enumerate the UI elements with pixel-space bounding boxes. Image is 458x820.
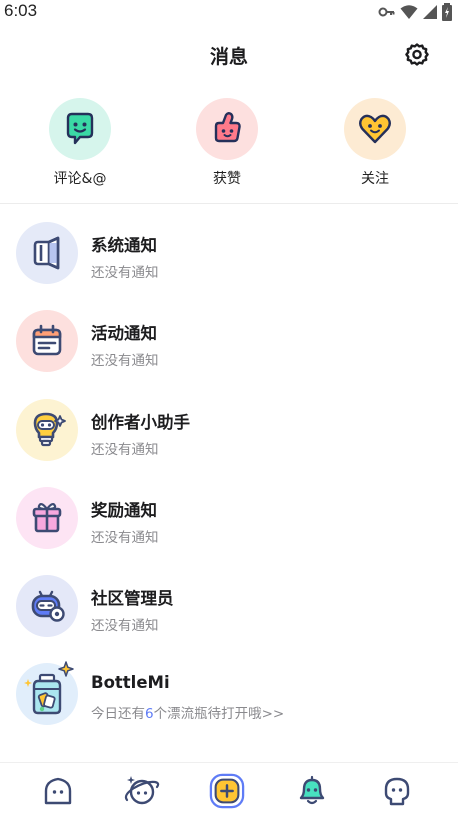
speaker-icon [16, 222, 78, 284]
message-subtitle: 还没有通知 [91, 442, 159, 458]
message-item-community-admin[interactable]: 社区管理员 还没有通知 [0, 575, 458, 641]
key-icon [378, 7, 395, 17]
message-subtitle: 还没有通知 [91, 353, 159, 369]
quick-label-likes: 获赞 [213, 171, 241, 187]
bottle-icon [16, 661, 78, 725]
message-title: BottleMi [91, 673, 170, 692]
message-item-bottlemi[interactable]: BottleMi 今日还有6个漂流瓶待打开哦>> [0, 661, 458, 729]
status-bar: 6:03 [0, 0, 458, 24]
message-title: 社区管理员 [91, 589, 174, 608]
tab-discover[interactable] [124, 773, 160, 809]
status-time: 6:03 [4, 1, 38, 20]
message-subtitle[interactable]: 今日还有6个漂流瓶待打开哦>> [91, 702, 284, 722]
page-title: 消息 [209, 46, 248, 68]
comment-face-icon [49, 98, 111, 160]
message-item-rewards[interactable]: 奖励通知 还没有通知 [0, 487, 458, 553]
quick-item-follows[interactable]: 关注 [320, 98, 430, 188]
wifi-icon [400, 5, 418, 19]
quick-label-follows: 关注 [361, 171, 389, 187]
message-subtitle: 还没有通知 [91, 618, 159, 634]
bottom-tab-bar [0, 762, 458, 820]
settings-button[interactable] [404, 42, 430, 68]
bulb-robot-icon [16, 399, 78, 461]
planet-icon [124, 776, 160, 805]
quick-label-comments: 评论&@ [53, 171, 107, 187]
quick-item-comments[interactable]: 评论&@ [25, 98, 135, 188]
tab-profile[interactable] [379, 773, 415, 809]
calendar-icon [16, 310, 78, 372]
gift-icon [16, 487, 78, 549]
bottle-count: 6 [145, 706, 154, 722]
add-icon [209, 773, 245, 809]
status-icons [378, 3, 452, 21]
message-item-system[interactable]: 系统通知 还没有通知 [0, 222, 458, 288]
home-icon [44, 777, 72, 805]
message-title: 活动通知 [91, 324, 157, 343]
battery-icon [442, 3, 452, 21]
quick-item-likes[interactable]: 获赞 [172, 98, 282, 188]
thumbs-up-icon [196, 98, 258, 160]
bell-icon [299, 775, 325, 805]
message-item-activity[interactable]: 活动通知 还没有通知 [0, 310, 458, 376]
signal-icon [423, 5, 437, 19]
tab-messages[interactable] [294, 773, 330, 809]
message-subtitle: 还没有通知 [91, 265, 159, 281]
message-subtitle: 还没有通知 [91, 530, 159, 546]
section-divider [0, 203, 458, 204]
quick-entries: 评论&@ 获赞 关注 [0, 98, 458, 192]
message-title: 系统通知 [91, 236, 157, 255]
header: 消息 [0, 36, 458, 76]
tab-create[interactable] [209, 773, 245, 809]
tab-home[interactable] [40, 773, 76, 809]
message-title: 奖励通知 [91, 501, 157, 520]
heart-face-icon [344, 98, 406, 160]
bottle-suffix: 个漂流瓶待打开哦>> [153, 706, 285, 722]
message-item-creator-assistant[interactable]: 创作者小助手 还没有通知 [0, 399, 458, 465]
gear-icon [405, 43, 429, 66]
profile-icon [384, 777, 410, 806]
bottle-prefix: 今日还有 [91, 706, 145, 722]
admin-robot-icon [16, 575, 78, 637]
message-title: 创作者小助手 [91, 413, 190, 432]
